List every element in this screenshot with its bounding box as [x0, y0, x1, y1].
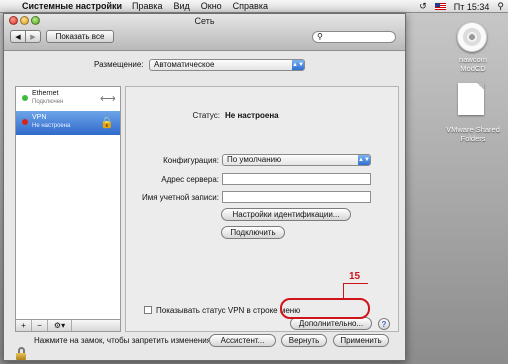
detail-pane: Статус: Не настроена Конфигурация: По ум… — [125, 86, 399, 332]
document-icon[interactable] — [458, 83, 484, 115]
location-label: Размещение: — [94, 60, 144, 69]
location-popup[interactable]: Автоматическое ▲▼ — [149, 59, 305, 71]
service-list: Ethernet Подключен ⟷ VPN Не настроена 🔒 — [15, 86, 121, 320]
server-address-field[interactable] — [222, 173, 371, 185]
menu-edit[interactable]: Правка — [132, 1, 162, 11]
search-input[interactable]: ⚲ — [312, 31, 396, 43]
configuration-popup[interactable]: По умолчанию ▲▼ — [222, 154, 371, 166]
assistant-button[interactable]: Ассистент... — [209, 334, 276, 347]
revert-button[interactable]: Вернуть — [281, 334, 327, 347]
menu-view[interactable]: Вид — [173, 1, 189, 11]
service-item-ethernet[interactable]: Ethernet Подключен ⟷ — [16, 87, 120, 111]
status-label: Статус: — [192, 111, 220, 120]
popup-arrows-icon: ▲▼ — [358, 155, 370, 165]
time-machine-icon[interactable]: ↺ — [419, 1, 427, 12]
status-dot-icon — [22, 95, 28, 101]
menubar: Системные настройки Правка Вид Окно Спра… — [0, 0, 508, 13]
lock-icon[interactable] — [16, 347, 26, 360]
status-dot-icon — [22, 119, 28, 125]
add-service-button[interactable]: + — [16, 320, 32, 331]
location-value: Автоматическое — [154, 60, 215, 69]
server-address-label: Адрес сервера: — [161, 175, 219, 184]
configuration-label: Конфигурация: — [163, 156, 219, 165]
menu-window[interactable]: Окно — [201, 1, 222, 11]
service-controls: + − ⚙▾ — [15, 320, 121, 332]
service-item-vpn[interactable]: VPN Не настроена 🔒 — [16, 111, 120, 135]
gear-menu-button[interactable]: ⚙▾ — [48, 320, 72, 331]
apply-button[interactable]: Применить — [333, 334, 389, 347]
vpn-lock-icon: 🔒 — [100, 117, 114, 129]
menubar-clock[interactable]: Пт 15:34 — [454, 2, 490, 12]
popup-arrows-icon: ▲▼ — [292, 60, 304, 70]
window-title: Сеть — [194, 16, 215, 26]
app-menu[interactable]: Системные настройки — [22, 1, 122, 11]
ethernet-arrows-icon: ⟷ — [100, 93, 116, 105]
menu-help[interactable]: Справка — [233, 1, 268, 11]
annotation-leader-line — [343, 283, 368, 284]
annotation-leader-line — [343, 283, 344, 299]
nav-segment: ◀ ▶ — [10, 30, 41, 43]
account-name-label: Имя учетной записи: — [142, 193, 219, 202]
cd-disc-icon[interactable] — [457, 22, 487, 52]
status-value: Не настроена — [225, 111, 279, 120]
spotlight-icon[interactable]: ⚲ — [497, 1, 504, 12]
authentication-settings-button[interactable]: Настройки идентификации... — [221, 208, 351, 221]
account-name-field[interactable] — [222, 191, 371, 203]
desktop-icon-label-vmware[interactable]: VMware Shared Folders — [440, 125, 506, 143]
titlebar[interactable]: Сеть ◀ ▶ Показать все ⚲ — [4, 14, 405, 51]
connect-button[interactable]: Подключить — [221, 226, 285, 239]
search-icon: ⚲ — [317, 32, 323, 41]
forward-arrow-icon[interactable]: ▶ — [26, 30, 41, 43]
back-arrow-icon[interactable]: ◀ — [10, 30, 26, 43]
show-all-button[interactable]: Показать все — [46, 30, 114, 43]
desktop-icon-label-cd[interactable]: nawcom ModCD — [445, 55, 501, 73]
remove-service-button[interactable]: − — [32, 320, 48, 331]
show-vpn-status-checkbox[interactable] — [144, 306, 152, 314]
input-source-flag-icon[interactable] — [434, 3, 446, 10]
help-button[interactable]: ? — [378, 318, 390, 330]
annotation-number: 15 — [349, 271, 361, 282]
annotation-highlight-ring — [280, 298, 370, 319]
lock-hint-text: Нажмите на замок, чтобы запретить измене… — [34, 336, 214, 345]
show-vpn-status-label: Показывать статус VPN в строке меню — [156, 306, 301, 315]
configuration-value: По умолчанию — [227, 155, 282, 164]
